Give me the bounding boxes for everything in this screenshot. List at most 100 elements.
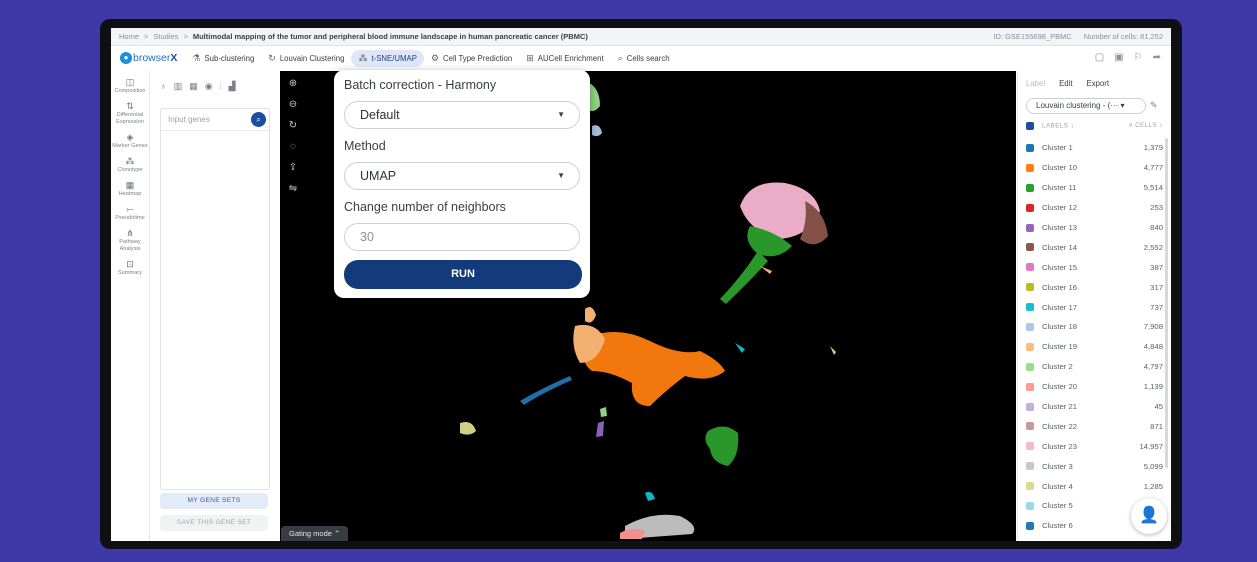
cluster-checkbox[interactable] bbox=[1026, 203, 1034, 212]
gating-mode-button[interactable]: Gating mode ⌃ bbox=[281, 526, 349, 541]
cluster-row[interactable]: Cluster 15 387 bbox=[1026, 257, 1163, 277]
edit-button[interactable]: Edit bbox=[1059, 79, 1072, 88]
violin-icon[interactable]: ⦙ bbox=[220, 81, 222, 92]
cluster-checkbox[interactable] bbox=[1026, 163, 1034, 172]
nav-marker-genes[interactable]: ◈ Marker Genes bbox=[111, 133, 149, 150]
cluster-row[interactable]: Cluster 20 1,139 bbox=[1026, 377, 1163, 397]
reset-icon[interactable]: ↻ bbox=[285, 118, 301, 134]
clustering-select[interactable]: Louvain clustering - (··· ▾ bbox=[1026, 98, 1146, 114]
cluster-checkbox[interactable] bbox=[1026, 322, 1034, 331]
cluster-checkbox[interactable] bbox=[1026, 521, 1034, 530]
tsne-umap-button[interactable]: ⁂ t-SNE/UMAP bbox=[351, 49, 424, 67]
scrollbar[interactable] bbox=[1165, 138, 1168, 468]
cluster-checkbox[interactable] bbox=[1026, 223, 1034, 232]
breadcrumb-home[interactable]: Home bbox=[119, 32, 139, 41]
cluster-row[interactable]: Cluster 4 1,285 bbox=[1026, 476, 1163, 496]
neighbors-input[interactable]: 30 bbox=[344, 223, 580, 251]
cluster-row[interactable]: Cluster 14 2,552 bbox=[1026, 237, 1163, 257]
cell-type-prediction-button[interactable]: ⚙ Cell Type Prediction bbox=[424, 50, 519, 67]
pathway-icon: ⋔ bbox=[126, 228, 134, 238]
cluster-checkbox[interactable] bbox=[1026, 402, 1034, 411]
filter-icon[interactable]: ♁ bbox=[160, 81, 167, 92]
cluster-row[interactable]: Cluster 10 4,777 bbox=[1026, 158, 1163, 178]
settings-sliders-icon[interactable]: ⇋ bbox=[285, 181, 301, 197]
cluster-row[interactable]: Cluster 18 7,908 bbox=[1026, 317, 1163, 337]
nav-summary[interactable]: ⊡ Summary bbox=[111, 259, 149, 277]
save-icon[interactable]: ▣ bbox=[1114, 52, 1123, 63]
clonotype-icon: ⁂ bbox=[125, 156, 135, 166]
cluster-label: Cluster 19 bbox=[1042, 342, 1078, 352]
zoom-out-icon[interactable]: ⊖ bbox=[285, 97, 301, 113]
upload-icon[interactable]: ⇪ bbox=[285, 160, 301, 176]
dot-plot-icon[interactable]: ◉ bbox=[205, 81, 213, 92]
prediction-icon: ⚙ bbox=[430, 52, 440, 63]
zoom-in-icon[interactable]: ⊕ bbox=[285, 76, 301, 92]
nav-pathway-analysis[interactable]: ⋔ Pathway Analysis bbox=[111, 228, 149, 253]
cluster-checkbox[interactable] bbox=[1026, 482, 1034, 491]
my-gene-sets-button[interactable]: MY GENE SETS bbox=[160, 493, 268, 509]
cluster-label: Cluster 22 bbox=[1042, 421, 1078, 431]
grid-icon[interactable]: ▦ bbox=[189, 81, 198, 92]
labels-header[interactable]: LABELS ↕ bbox=[1042, 123, 1074, 130]
cluster-count: 4,848 bbox=[1143, 342, 1163, 352]
nav-differential-expression[interactable]: ⇅ Differential Expression bbox=[111, 102, 149, 126]
cluster-checkbox[interactable] bbox=[1026, 442, 1034, 451]
cluster-checkbox[interactable] bbox=[1026, 342, 1034, 351]
nav-composition[interactable]: ◫ Composition bbox=[111, 78, 149, 95]
select-all-checkbox[interactable] bbox=[1026, 122, 1034, 130]
cells-search-button[interactable]: ⌕ Cells search bbox=[611, 50, 677, 67]
cluster-checkbox[interactable] bbox=[1026, 263, 1034, 272]
edit-icon[interactable]: ✎ bbox=[1150, 100, 1158, 111]
cluster-checkbox[interactable] bbox=[1026, 382, 1034, 391]
cluster-checkbox[interactable] bbox=[1026, 422, 1034, 431]
aucell-enrichment-button[interactable]: ⊞ AUCell Enrichment bbox=[519, 50, 610, 67]
nav-heatmap[interactable]: ▦ Heatmap bbox=[111, 181, 149, 198]
breadcrumb-studies[interactable]: Studies bbox=[153, 32, 178, 41]
cluster-row[interactable]: Cluster 17 737 bbox=[1026, 297, 1163, 317]
save-gene-set-button[interactable]: SAVE THIS GENE SET bbox=[160, 515, 268, 531]
cluster-count: 45 bbox=[1154, 402, 1163, 412]
nav-pseudotime[interactable]: ⤚ Pseudotime bbox=[111, 205, 149, 222]
cluster-checkbox[interactable] bbox=[1026, 462, 1034, 471]
share-icon[interactable]: ➦ bbox=[1153, 52, 1161, 63]
stacked-icon[interactable]: ▟ bbox=[229, 81, 236, 92]
nav-clonotype[interactable]: ⁂ Clonotype bbox=[111, 156, 149, 174]
louvain-clustering-button[interactable]: ↻ Louvain Clustering bbox=[261, 50, 351, 67]
cluster-row[interactable]: Cluster 16 317 bbox=[1026, 277, 1163, 297]
cluster-checkbox[interactable] bbox=[1026, 243, 1034, 252]
batch-correction-select[interactable]: Default ▼ bbox=[344, 101, 580, 129]
label-button[interactable]: Label bbox=[1026, 79, 1045, 88]
user-avatar-button[interactable]: 👤 bbox=[1131, 498, 1167, 534]
bar-chart-icon[interactable]: ▥ bbox=[174, 81, 183, 92]
toolbar: ● browserX ⚗ Sub-clustering ↻ Louvain Clus… bbox=[111, 46, 1171, 70]
sub-clustering-button[interactable]: ⚗ Sub-clustering bbox=[185, 50, 261, 67]
lasso-icon[interactable]: ◌ bbox=[285, 139, 301, 155]
cluster-checkbox[interactable] bbox=[1026, 362, 1034, 371]
cluster-row[interactable]: Cluster 21 45 bbox=[1026, 397, 1163, 417]
cluster-row[interactable]: Cluster 11 5,514 bbox=[1026, 178, 1163, 198]
cluster-checkbox[interactable] bbox=[1026, 303, 1034, 312]
cells-header[interactable]: # CELLS ↕ bbox=[1129, 122, 1163, 129]
cluster-row[interactable]: Cluster 2 4,797 bbox=[1026, 357, 1163, 377]
summary-icon: ⊡ bbox=[126, 259, 134, 269]
cluster-checkbox[interactable] bbox=[1026, 501, 1034, 510]
cluster-row[interactable]: Cluster 1 1,379 bbox=[1026, 138, 1163, 158]
cluster-count: 5,099 bbox=[1143, 461, 1163, 471]
search-icon[interactable]: ⌕ bbox=[251, 112, 266, 127]
layout-icon[interactable]: ▢ bbox=[1095, 52, 1104, 63]
cluster-row[interactable]: Cluster 22 871 bbox=[1026, 416, 1163, 436]
logo-icon: ● bbox=[120, 52, 132, 64]
cluster-row[interactable]: Cluster 19 4,848 bbox=[1026, 337, 1163, 357]
cluster-checkbox[interactable] bbox=[1026, 143, 1034, 152]
cluster-row[interactable]: Cluster 12 253 bbox=[1026, 198, 1163, 218]
cluster-row[interactable]: Cluster 23 14,957 bbox=[1026, 436, 1163, 456]
logo[interactable]: ● browserX bbox=[120, 52, 177, 64]
bookmark-icon[interactable]: ⚐ bbox=[1134, 52, 1143, 63]
cluster-row[interactable]: Cluster 13 840 bbox=[1026, 218, 1163, 238]
cluster-checkbox[interactable] bbox=[1026, 283, 1034, 292]
run-button[interactable]: RUN bbox=[344, 260, 582, 289]
export-button[interactable]: Export bbox=[1087, 79, 1110, 88]
cluster-row[interactable]: Cluster 3 5,099 bbox=[1026, 456, 1163, 476]
method-select[interactable]: UMAP ▼ bbox=[344, 162, 580, 190]
cluster-checkbox[interactable] bbox=[1026, 183, 1034, 192]
